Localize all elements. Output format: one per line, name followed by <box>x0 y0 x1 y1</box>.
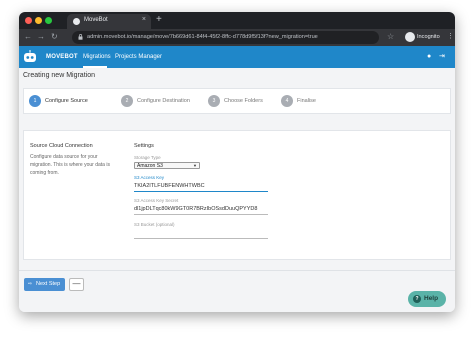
bucket-label: S3 Bucket (optional) <box>134 222 175 227</box>
back-icon[interactable]: ← <box>24 31 32 43</box>
next-step-button[interactable]: ⇨ Next Step <box>24 278 65 291</box>
step-3-indicator: 3 <box>208 95 220 107</box>
logout-icon[interactable]: ⇥ <box>439 53 445 61</box>
brand-name: MOVEBOT <box>46 54 78 60</box>
step-2-label[interactable]: Configure Destination <box>137 98 190 104</box>
help-label: Help <box>424 295 439 302</box>
storage-type-label: Storage Type <box>134 155 161 160</box>
help-button[interactable]: ? Help <box>408 291 446 307</box>
page-title: Creating new Migration <box>23 72 95 79</box>
favicon-icon <box>73 18 80 25</box>
browser-window: MoveBot × + ← → ↻ admin.movebot.io/manag… <box>19 12 455 312</box>
section-title: Source Cloud Connection <box>30 143 93 149</box>
tab-title: MoveBot <box>84 17 108 23</box>
reload-icon[interactable]: ↻ <box>51 31 58 43</box>
browser-tab[interactable]: MoveBot × <box>67 14 151 29</box>
storage-type-select[interactable]: Amazon S3 ▼ <box>134 162 200 169</box>
step-4-label[interactable]: Finalise <box>297 98 316 104</box>
incognito-icon[interactable] <box>405 32 415 42</box>
step-3-label[interactable]: Choose Folders <box>224 98 263 104</box>
more-menu-icon[interactable]: ⋮ <box>447 32 454 42</box>
question-icon: ? <box>413 295 421 303</box>
secret-key-value: dl1jpDLTqc80kW9GT0R7BRzIbOSsdDuuQPYYD8 <box>134 206 258 212</box>
user-icon[interactable]: ● <box>427 53 431 61</box>
storage-type-value: Amazon S3 <box>137 163 163 169</box>
maximize-window-button[interactable] <box>45 17 52 24</box>
step-1-indicator: 1 <box>29 95 41 107</box>
nav-projects-manager[interactable]: Projects Manager <box>115 54 162 60</box>
next-step-label: Next Step <box>36 281 61 287</box>
browser-toolbar: ← → ↻ admin.movebot.io/manage/move/7b669… <box>19 29 455 46</box>
lock-icon <box>78 34 83 40</box>
bookmark-star-icon[interactable]: ☆ <box>387 32 394 42</box>
close-window-button[interactable] <box>25 17 32 24</box>
settings-title: Settings <box>134 143 154 149</box>
forward-icon[interactable]: → <box>37 31 45 43</box>
nav-active-indicator <box>83 66 107 68</box>
address-bar[interactable]: admin.movebot.io/manage/move/7b669d61-84… <box>72 31 379 44</box>
access-key-label: S3 Access Key <box>134 175 165 180</box>
access-key-input[interactable]: TKIA2ITLFUBFENWHTWBC <box>134 182 268 192</box>
app-header: MOVEBOT Migrations Projects Manager ● ⇥ <box>19 46 455 68</box>
step-1-label[interactable]: Configure Source <box>45 98 88 104</box>
nav-migrations[interactable]: Migrations <box>83 54 111 60</box>
step-2-indicator: 2 <box>121 95 133 107</box>
tab-strip: MoveBot × + <box>19 12 455 29</box>
movebot-logo-icon <box>24 50 36 62</box>
step-4-indicator: 4 <box>281 95 293 107</box>
collapse-button[interactable]: — <box>69 278 84 291</box>
footer-bar: ⇨ Next Step — <box>19 270 455 312</box>
new-tab-button[interactable]: + <box>156 14 162 26</box>
source-config-card: Source Cloud Connection Configure data s… <box>23 130 451 260</box>
bucket-input[interactable] <box>134 229 268 239</box>
tab-close-icon[interactable]: × <box>142 16 146 23</box>
chevron-down-icon: ▼ <box>193 163 197 168</box>
minimize-window-button[interactable] <box>35 17 42 24</box>
section-description: Configure data source for your migration… <box>30 154 110 176</box>
secret-key-input[interactable]: dl1jpDLTqc80kW9GT0R7BRzIbOSsdDuuQPYYD8 <box>134 205 268 215</box>
secret-key-label: S3 Access Key Secret <box>134 198 179 203</box>
stepper: 1 Configure Source 2 Configure Destinati… <box>23 88 451 114</box>
next-arrow-icon: ⇨ <box>28 281 33 287</box>
access-key-value: TKIA2ITLFUBFENWHTWBC <box>134 183 205 189</box>
url-text: admin.movebot.io/manage/move/7b669d61-84… <box>87 34 318 40</box>
incognito-label: Incognito <box>417 34 440 40</box>
